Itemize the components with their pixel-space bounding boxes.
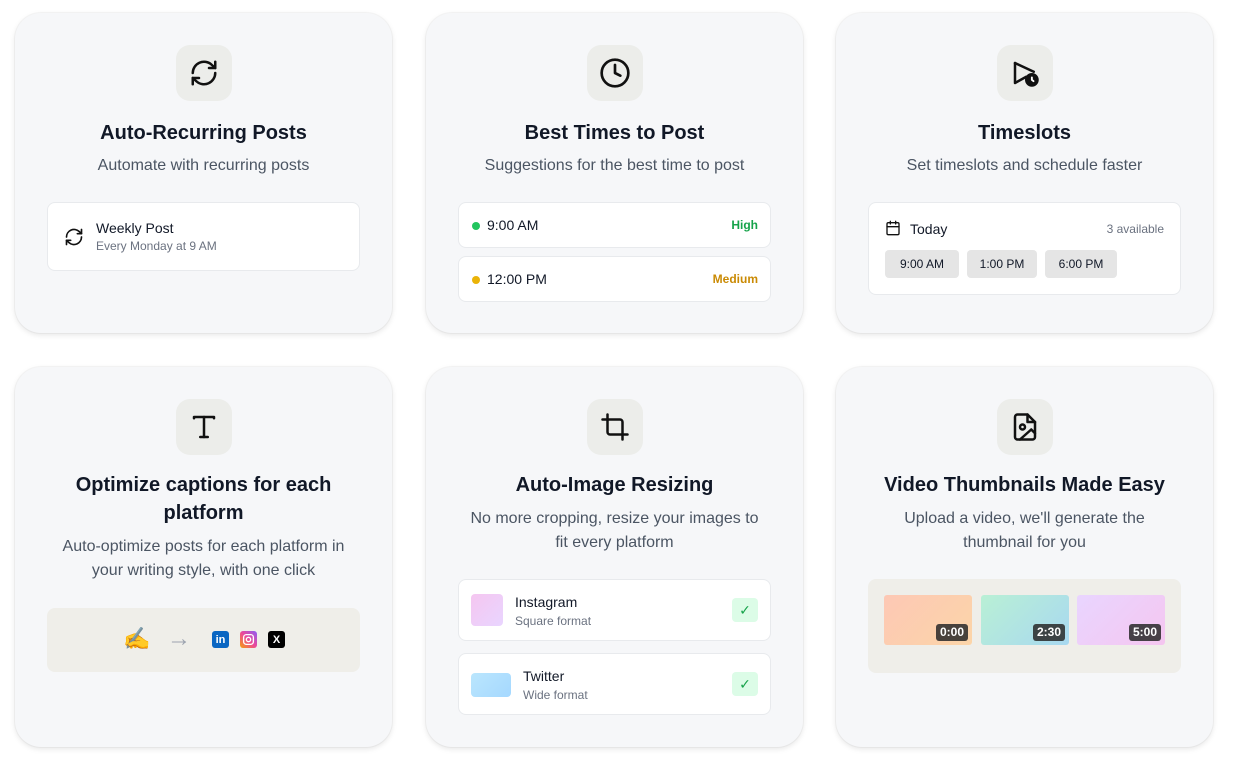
arrow-right-icon: → [167,625,191,652]
card-description-line: thumbnail for you [963,534,1086,551]
text-icon [175,399,232,455]
x-icon: X [268,631,285,648]
square-format-swatch [471,594,503,626]
best-time-value: 9:00 AM [487,217,539,233]
best-time-level: High [731,218,758,232]
timeslots-day: Today [910,221,948,237]
card-title: Optimize captions for each platform [35,471,372,527]
status-dot [472,222,480,230]
timeslot-chip[interactable]: 6:00 PM [1045,250,1117,278]
format-description: Square format [515,614,592,628]
timeslot-chip[interactable]: 9:00 AM [885,250,959,278]
video-thumbnail[interactable]: 2:30 [981,595,1069,645]
image-file-icon [996,399,1053,455]
card-title-line: Optimize captions for each [75,474,332,496]
check-icon: ✓ [732,598,758,622]
best-time-row[interactable]: 9:00 AM High [458,202,771,248]
writing-hand-icon: ✍️ [123,626,151,651]
card-description-line: your writing style, with one click [91,562,316,579]
card-description-line: Upload a video, we'll generate the [904,510,1145,527]
card-best-times: Best Times to Post Suggestions for the b… [426,13,803,333]
send-clock-icon [996,45,1053,101]
card-title-line: platform [163,502,244,524]
recurring-post-title: Weekly Post [96,220,174,236]
status-dot [472,276,480,284]
card-description: Set timeslots and schedule faster [906,157,1143,174]
card-description: Upload a video, we'll generate the thumb… [862,507,1187,555]
best-time-value: 12:00 PM [487,271,547,287]
timeslot-chip[interactable]: 1:00 PM [967,250,1037,278]
video-duration: 2:30 [1032,624,1065,641]
video-thumbnail[interactable]: 5:00 [1077,595,1165,645]
card-image-resizing: Auto-Image Resizing No more cropping, re… [426,367,803,747]
card-description-line: Auto-optimize posts for each platform in [62,538,345,555]
format-row-instagram[interactable]: Instagram Square format ✓ [458,579,771,641]
instagram-icon [240,631,257,648]
wide-format-swatch [471,673,511,697]
calendar-icon [885,220,901,241]
refresh-icon [175,45,232,101]
card-description: Automate with recurring posts [97,157,310,174]
format-name: Instagram [515,594,578,610]
timeslots-available: 3 available [1106,222,1164,236]
refresh-icon [64,227,84,252]
card-video-thumbnails: Video Thumbnails Made Easy Upload a vide… [836,367,1213,747]
video-thumbnail[interactable]: 0:00 [884,595,972,645]
card-title: Video Thumbnails Made Easy [884,474,1165,496]
format-name: Twitter [523,668,565,684]
card-description: Auto-optimize posts for each platform in… [41,535,366,583]
card-title: Best Times to Post [524,122,705,144]
card-auto-recurring: Auto-Recurring Posts Automate with recur… [15,13,392,333]
card-title: Auto-Recurring Posts [100,122,307,144]
caption-platforms-strip: ✍️ → in X [47,608,360,672]
card-description-line: fit every platform [555,534,674,551]
best-time-level: Medium [712,272,758,286]
crop-icon [586,399,643,455]
format-row-twitter[interactable]: Twitter Wide format ✓ [458,653,771,715]
card-title: Timeslots [978,122,1071,144]
recurring-post-item[interactable]: Weekly Post Every Monday at 9 AM [47,202,360,271]
recurring-post-schedule: Every Monday at 9 AM [96,239,217,253]
card-timeslots: Timeslots Set timeslots and schedule fas… [836,13,1213,333]
card-description-line: No more cropping, resize your images to [470,510,759,527]
thumbnail-strip: 0:00 2:30 5:00 [868,579,1181,673]
best-time-row[interactable]: 12:00 PM Medium [458,256,771,302]
video-duration: 5:00 [1128,624,1161,641]
card-optimize-captions: Optimize captions for each platform Auto… [15,367,392,747]
card-description: No more cropping, resize your images to … [452,507,777,555]
linkedin-icon: in [212,631,229,648]
timeslots-panel: Today 3 available 9:00 AM 1:00 PM 6:00 P… [868,202,1181,295]
card-title: Auto-Image Resizing [515,474,714,496]
video-duration: 0:00 [935,624,968,641]
format-description: Wide format [523,688,588,702]
clock-icon [586,45,643,101]
card-description: Suggestions for the best time to post [484,157,745,174]
check-icon: ✓ [732,672,758,696]
